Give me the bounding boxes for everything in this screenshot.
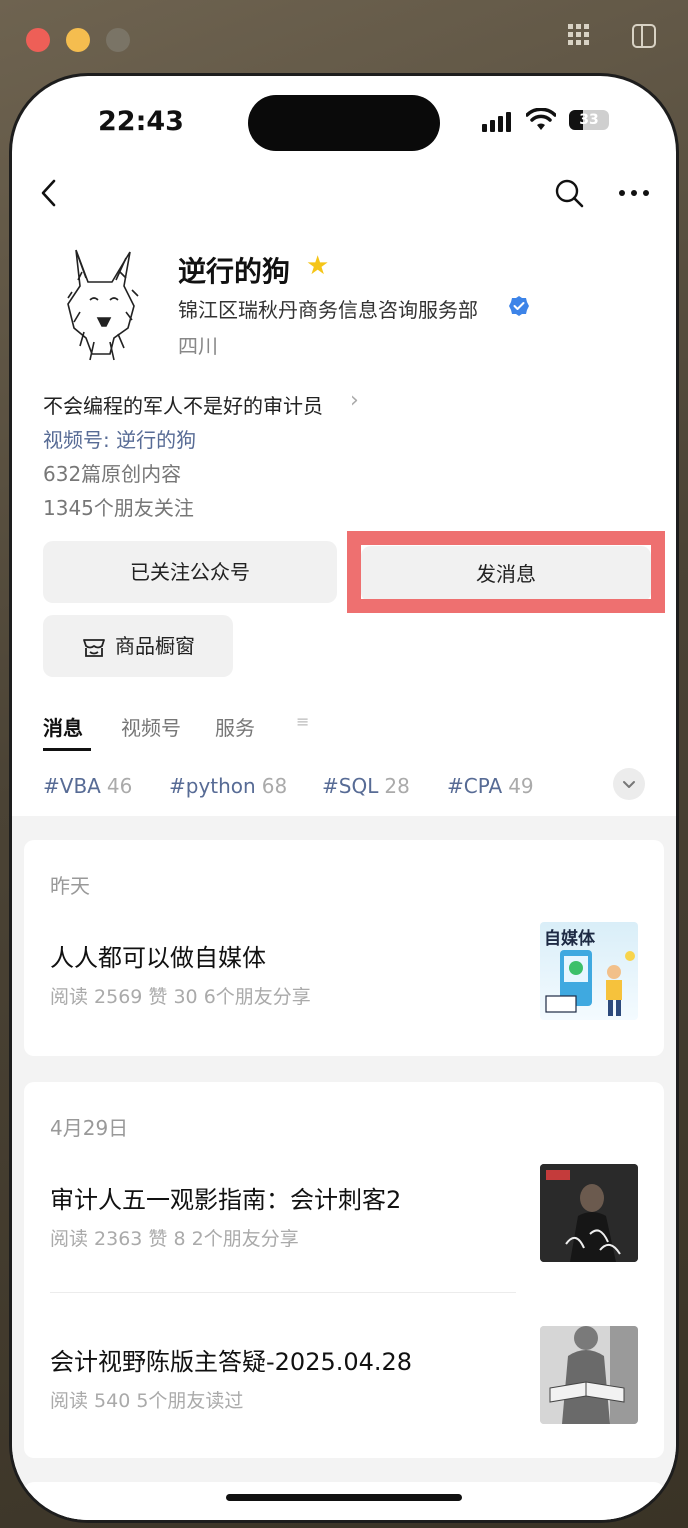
feed-date: 4月29日 — [50, 1116, 129, 1140]
home-indicator[interactable] — [226, 1494, 462, 1501]
back-icon[interactable] — [34, 176, 68, 210]
bio-text[interactable]: 不会编程的军人不是好的审计员 — [43, 390, 323, 419]
chevron-down-icon[interactable] — [613, 768, 645, 800]
hashtag-cpa[interactable]: #CPA 49 — [447, 774, 534, 798]
channel-link[interactable]: 视频号: 逆行的狗 — [43, 424, 196, 453]
feed-group-card: 4月29日 审计人五一观影指南：会计刺客2 阅读 2363 赞 8 2个朋友分享… — [24, 1082, 664, 1458]
window-close-button[interactable] — [26, 28, 50, 52]
tab-messages[interactable]: 消息 — [43, 712, 83, 741]
hashtag-python[interactable]: #python 68 — [169, 774, 287, 798]
window-zoom-button[interactable] — [106, 28, 130, 52]
highlight-box — [347, 531, 665, 613]
shop-window-button[interactable]: 商品橱窗 — [43, 615, 233, 677]
hashtag-row: #VBA 46 #python 68 #SQL 28 #CPA 49 — [43, 768, 653, 804]
article-stats: 阅读 2569 赞 30 6个朋友分享 — [50, 986, 311, 1008]
battery-icon: 33 — [569, 110, 609, 130]
menu-icon[interactable]: ≡ — [296, 712, 309, 731]
signal-icon — [482, 110, 512, 132]
hashtag-sql[interactable]: #SQL 28 — [322, 774, 410, 798]
company-name: 锦江区瑞秋丹商务信息咨询服务部 — [178, 298, 478, 322]
grid-icon[interactable] — [566, 22, 592, 54]
star-icon[interactable]: ★ — [306, 251, 329, 281]
window-minimize-button[interactable] — [66, 28, 90, 52]
article-thumbnail[interactable] — [540, 1164, 638, 1262]
friends-following-count: 1345个朋友关注 — [43, 496, 194, 520]
article-thumbnail[interactable]: 自媒体 — [540, 922, 638, 1020]
tab-channels[interactable]: 视频号 — [121, 712, 181, 741]
feed-date: 昨天 — [50, 874, 90, 898]
dynamic-island — [248, 95, 440, 151]
feed-group-card: 昨天 人人都可以做自媒体 阅读 2569 赞 30 6个朋友分享 自媒体 — [24, 840, 664, 1056]
battery-level: 33 — [579, 112, 599, 128]
article-title[interactable]: 会计视野陈版主答疑-2025.04.28 — [50, 1342, 412, 1377]
shop-window-label: 商品橱窗 — [115, 634, 195, 658]
account-name: 逆行的狗 — [178, 255, 291, 288]
active-tab-indicator — [43, 748, 91, 751]
hashtag-vba[interactable]: #VBA 46 — [43, 774, 132, 798]
sidebar-toggle-icon[interactable] — [630, 22, 658, 56]
phone-screen: 22:43 33 逆行的狗 ★ 锦江区瑞秋丹商务信息咨询服务部 四川 不会编程的… — [12, 76, 676, 1520]
wifi-icon — [525, 106, 557, 139]
shop-icon — [83, 638, 105, 657]
article-stats: 阅读 540 5个朋友读过 — [50, 1390, 244, 1412]
divider — [50, 1292, 516, 1293]
chevron-right-icon[interactable]: › — [350, 388, 359, 413]
article-thumbnail[interactable] — [540, 1326, 638, 1424]
more-icon[interactable] — [616, 180, 652, 206]
verified-badge-icon — [508, 295, 530, 317]
article-count: 632篇原创内容 — [43, 462, 182, 486]
feed-group-card — [24, 1482, 664, 1520]
followed-button[interactable]: 已关注公众号 — [43, 541, 337, 603]
article-title[interactable]: 人人都可以做自媒体 — [50, 938, 266, 973]
article-title[interactable]: 审计人五一观影指南：会计刺客2 — [50, 1180, 401, 1215]
tab-services[interactable]: 服务 — [215, 712, 255, 741]
region: 四川 — [178, 334, 218, 358]
avatar — [54, 242, 148, 364]
article-stats: 阅读 2363 赞 8 2个朋友分享 — [50, 1228, 299, 1250]
search-icon[interactable] — [552, 176, 586, 210]
status-time: 22:43 — [98, 106, 184, 137]
